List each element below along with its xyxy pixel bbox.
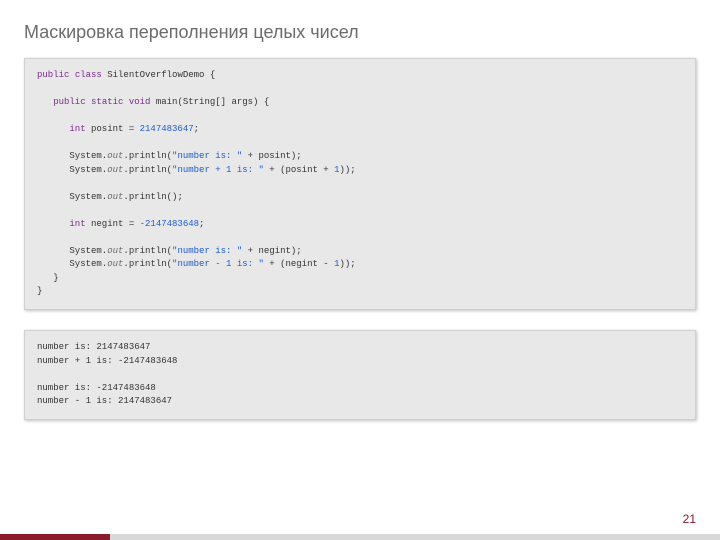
sys: System.: [69, 165, 107, 175]
footer-bar: [0, 534, 720, 540]
keyword: void: [129, 97, 151, 107]
string-literal: "number + 1 is: ": [172, 165, 264, 175]
sys: System.: [69, 259, 107, 269]
string-literal: "number is: ": [172, 246, 242, 256]
footer-fill: [110, 534, 720, 540]
output-line: number is: 2147483647: [37, 342, 150, 352]
footer-accent: [0, 534, 110, 540]
sys: System.: [69, 246, 107, 256]
main-signature: main(String[] args) {: [156, 97, 269, 107]
output-line: number is: -2147483648: [37, 383, 156, 393]
keyword: public: [37, 70, 69, 80]
out: out: [107, 259, 123, 269]
slide-title: Маскировка переполнения целых чисел: [24, 22, 359, 43]
keyword: public: [53, 97, 85, 107]
output-line: number + 1 is: -2147483648: [37, 356, 177, 366]
out: out: [107, 165, 123, 175]
page-number: 21: [683, 512, 696, 526]
println: .println: [123, 259, 166, 269]
keyword: int: [69, 124, 85, 134]
string-literal: "number - 1 is: ": [172, 259, 264, 269]
string-literal: "number is: ": [172, 151, 242, 161]
sys: System.: [69, 192, 107, 202]
literal: 1: [334, 259, 339, 269]
literal: 1: [334, 165, 339, 175]
println: .println: [123, 192, 166, 202]
out: out: [107, 151, 123, 161]
class-name: SilentOverflowDemo: [107, 70, 204, 80]
keyword: static: [91, 97, 123, 107]
slide: Маскировка переполнения целых чисел publ…: [0, 0, 720, 540]
keyword: int: [69, 219, 85, 229]
literal: 2147483647: [140, 124, 194, 134]
println: .println: [123, 246, 166, 256]
code-block-source: public class SilentOverflowDemo { public…: [24, 58, 696, 310]
println: .println: [123, 151, 166, 161]
output-line: number - 1 is: 2147483647: [37, 396, 172, 406]
out: out: [107, 192, 123, 202]
out: out: [107, 246, 123, 256]
code-block-output: number is: 2147483647 number + 1 is: -21…: [24, 330, 696, 420]
sys: System.: [69, 151, 107, 161]
println: .println: [123, 165, 166, 175]
keyword: class: [75, 70, 102, 80]
literal: -2147483648: [140, 219, 199, 229]
